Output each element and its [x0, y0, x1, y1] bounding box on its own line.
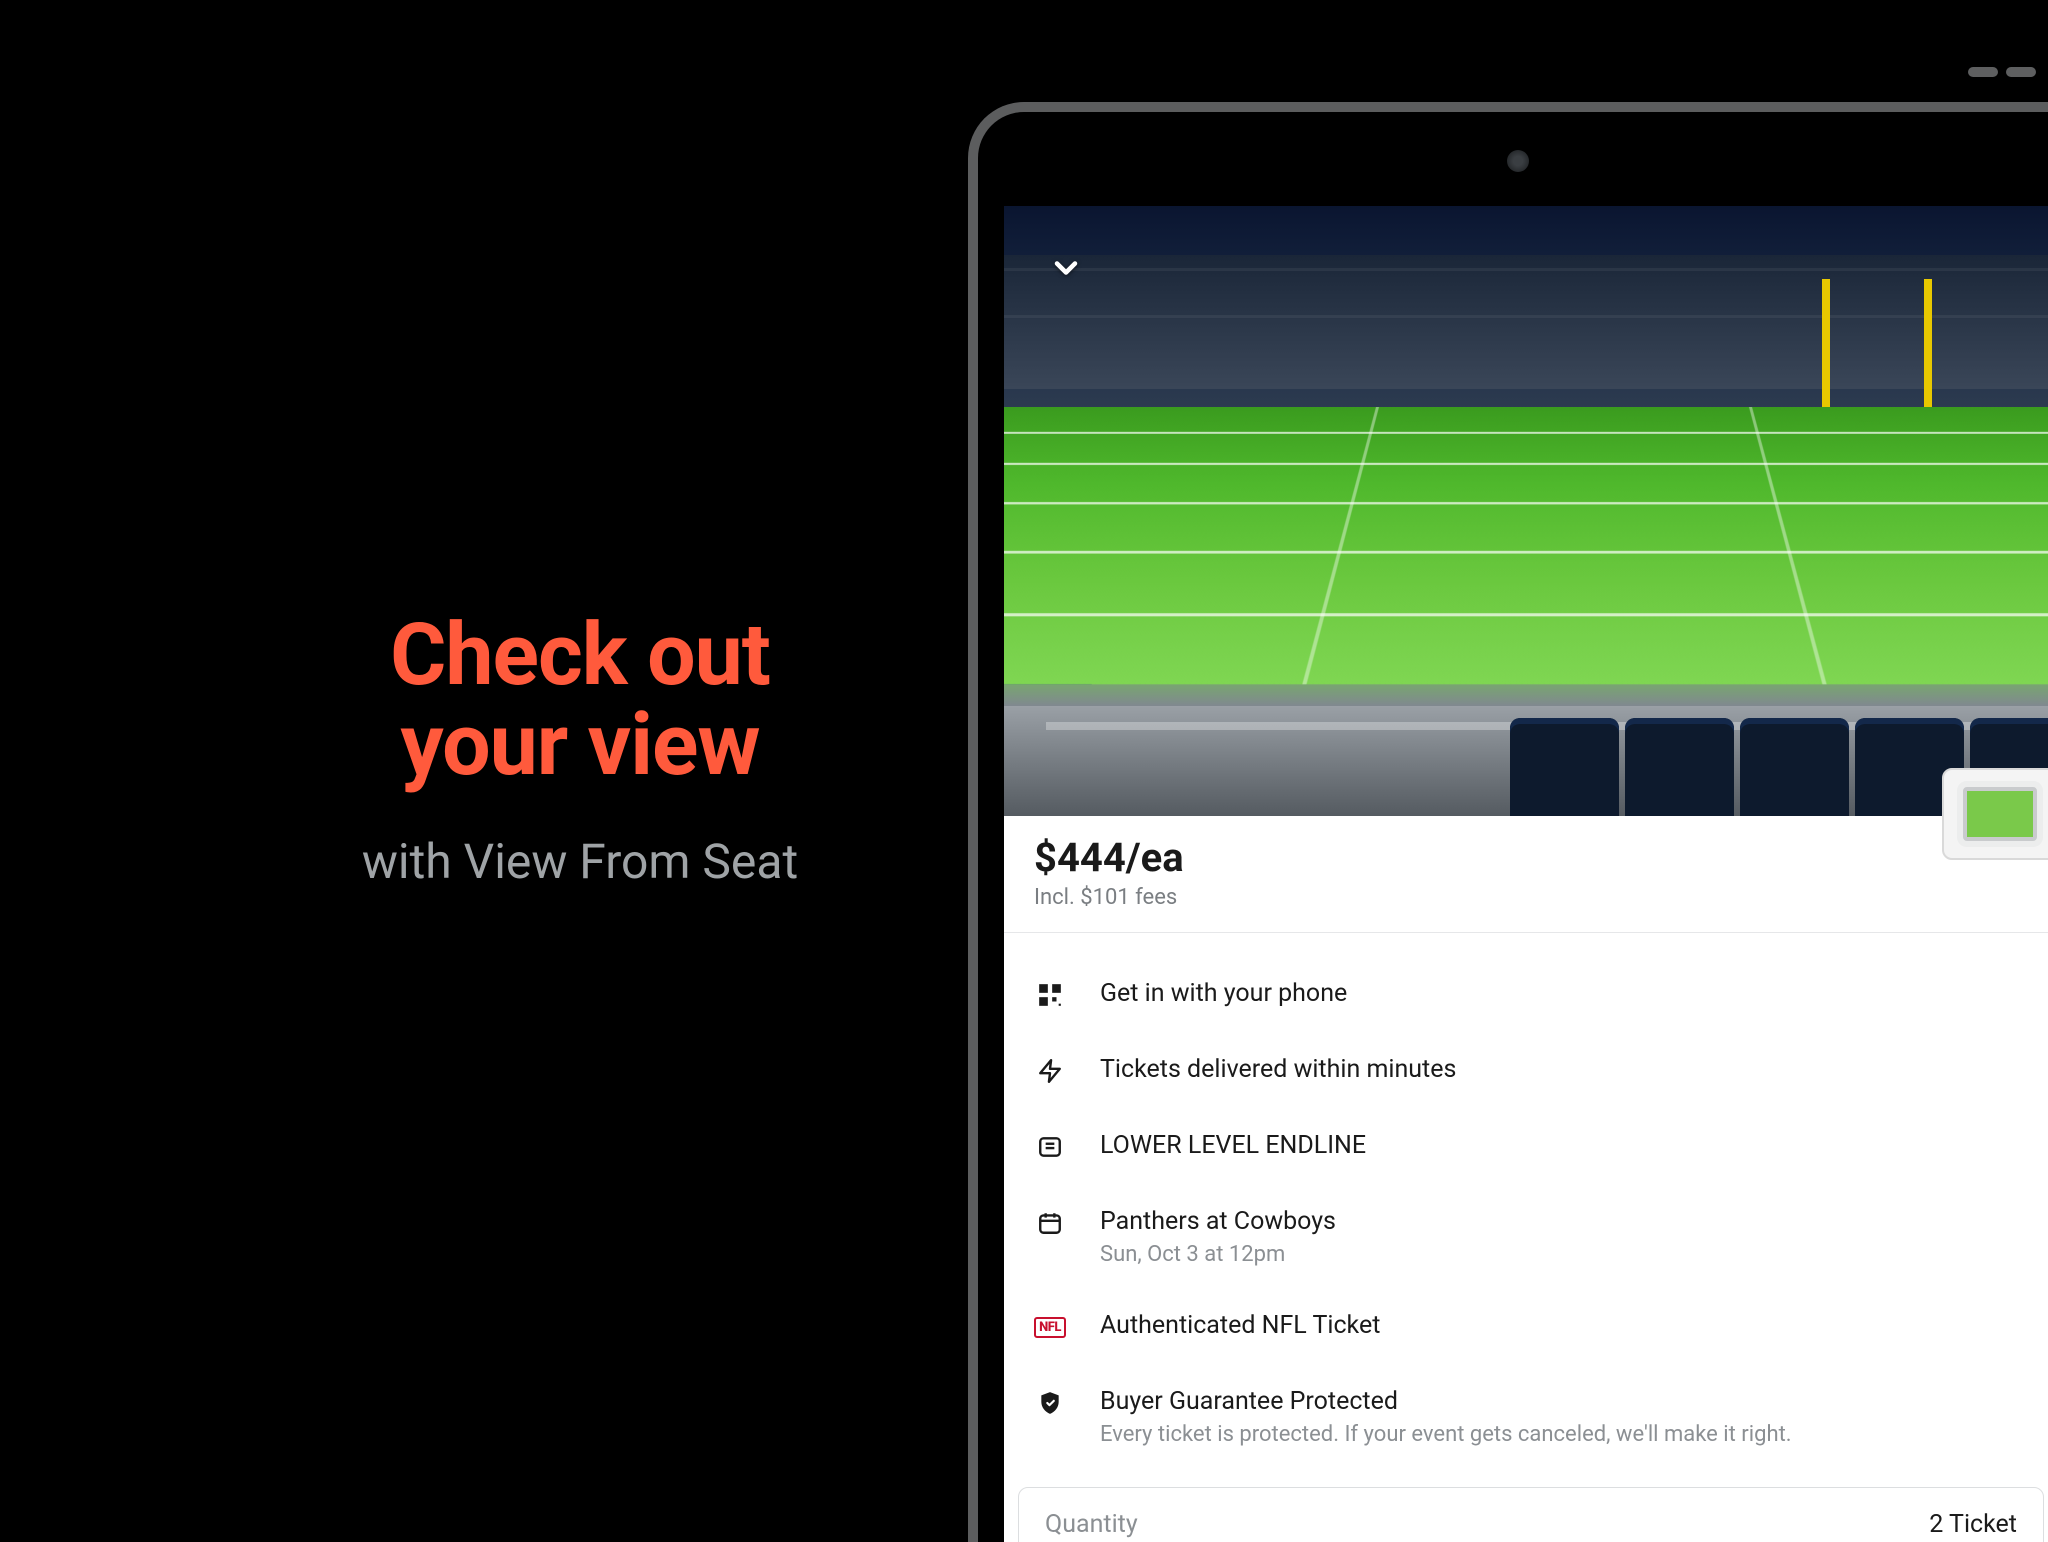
info-row-authenticated: NFL Authenticated NFL Ticket — [1034, 1289, 2028, 1365]
event-datetime: Sun, Oct 3 at 12pm — [1100, 1242, 2028, 1267]
info-row-guarantee: Buyer Guarantee Protected Every ticket i… — [1034, 1365, 2028, 1469]
info-list: Get in with your phone Tickets delivered… — [1034, 957, 2028, 1469]
collapse-button[interactable] — [1038, 240, 1094, 296]
lightning-icon — [1034, 1055, 1066, 1087]
info-row-event: Panthers at Cowboys Sun, Oct 3 at 12pm — [1034, 1185, 2028, 1289]
tablet-frame: $444/ea Incl. $101 fees Get in with your… — [968, 102, 2048, 1542]
info-delivery-text: Tickets delivered within minutes — [1100, 1055, 2028, 1084]
promo-subtitle: with View From Seat — [220, 833, 940, 890]
info-row-delivery: Tickets delivered within minutes — [1034, 1033, 2028, 1109]
authenticated-text: Authenticated NFL Ticket — [1100, 1311, 2028, 1340]
ticket-price: $444/ea — [1034, 834, 2028, 881]
info-phone-text: Get in with your phone — [1100, 979, 2028, 1008]
ticket-fees: Incl. $101 fees — [1034, 885, 2028, 910]
quantity-label: Quantity — [1045, 1510, 1138, 1539]
quantity-selector[interactable]: Quantity 2 Ticket — [1018, 1487, 2044, 1542]
seat-view-image[interactable] — [1004, 206, 2048, 816]
promo-headline: Check out your view — [220, 610, 940, 791]
nfl-badge-icon: NFL — [1034, 1311, 1066, 1343]
ticket-details: $444/ea Incl. $101 fees Get in with your… — [1004, 816, 2048, 1469]
decorative-bars — [1968, 62, 2048, 72]
shield-icon — [1034, 1387, 1066, 1419]
promo-headline-block: Check out your view with View From Seat — [220, 610, 940, 890]
quantity-value: 2 Ticket — [1929, 1510, 2017, 1539]
info-section-text: LOWER LEVEL ENDLINE — [1100, 1131, 2028, 1160]
seating-minimap[interactable] — [1942, 768, 2048, 860]
divider — [1004, 932, 2048, 933]
ticket-icon — [1034, 1131, 1066, 1163]
app-screen: $444/ea Incl. $101 fees Get in with your… — [1004, 206, 2048, 1542]
guarantee-sub: Every ticket is protected. If your event… — [1100, 1422, 2028, 1447]
guarantee-title: Buyer Guarantee Protected — [1100, 1387, 2028, 1416]
qr-icon — [1034, 979, 1066, 1011]
chevron-down-icon — [1048, 250, 1084, 286]
info-row-phone: Get in with your phone — [1034, 957, 2028, 1033]
calendar-icon — [1034, 1207, 1066, 1239]
tablet-camera — [1507, 150, 1529, 172]
info-row-section: LOWER LEVEL ENDLINE — [1034, 1109, 2028, 1185]
event-title: Panthers at Cowboys — [1100, 1207, 2028, 1236]
